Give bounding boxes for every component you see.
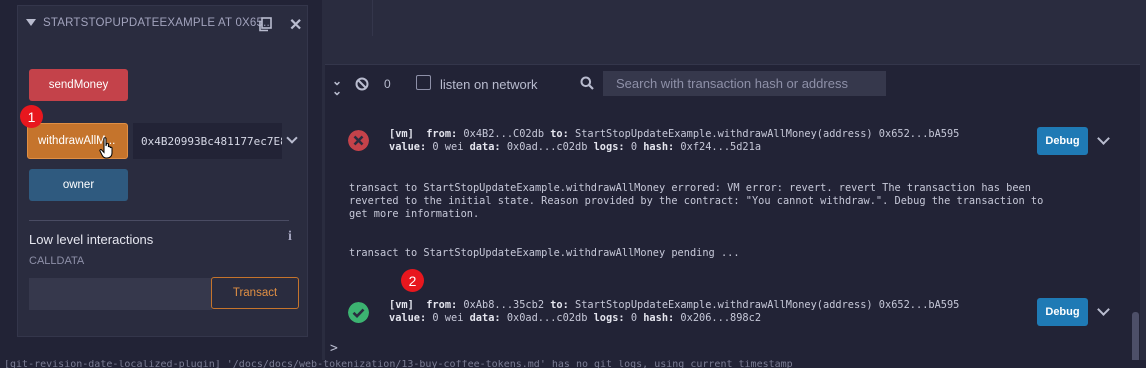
logs-value: 0 xyxy=(630,312,638,324)
value-label: value: xyxy=(389,312,427,324)
error-line: get more information. xyxy=(349,208,480,220)
data-value: 0x0ad...c02db xyxy=(506,312,588,324)
to-value: StartStopUpdateExample.withdrawAllMoney(… xyxy=(575,128,960,140)
editor-area[interactable] xyxy=(325,0,1146,64)
transaction-search-input[interactable]: Search with transaction hash or address xyxy=(603,71,886,96)
tx2-summary-line1[interactable]: [vm] from: 0xAb8...35cb2 to: StartStopUp… xyxy=(389,299,959,311)
to-value: StartStopUpdateExample.withdrawAllMoney(… xyxy=(575,299,960,311)
hash-label: hash: xyxy=(643,141,675,153)
logs-label: logs: xyxy=(593,312,625,324)
from-address: 0xAb8...35cb2 xyxy=(463,299,545,311)
transact-button[interactable]: Transact xyxy=(211,277,299,309)
annotation-badge-1: 1 xyxy=(20,105,43,128)
collapse-terminal-icon[interactable]: ⌄ ⌄ xyxy=(332,75,342,97)
vm-tag: [vm] xyxy=(389,128,414,140)
expand-chevron-icon[interactable] xyxy=(286,132,298,144)
low-level-interactions-title: Low level interactions xyxy=(29,232,154,247)
value: 0 wei xyxy=(432,141,464,153)
calldata-label: CALLDATA xyxy=(29,255,85,267)
data-value: 0x0ad...c02db xyxy=(506,141,588,153)
editor-gutter xyxy=(1140,64,1146,368)
vm-tag: [vm] xyxy=(389,299,414,311)
terminal-prompt[interactable]: > xyxy=(330,341,338,356)
to-label: to: xyxy=(550,128,569,140)
from-label: from: xyxy=(426,299,458,311)
copy-icon[interactable] xyxy=(258,17,272,32)
listen-on-network-checkbox[interactable] xyxy=(416,75,431,90)
error-line: reverted to the initial state. Reason pr… xyxy=(349,195,1044,207)
clear-console-icon[interactable] xyxy=(355,77,369,91)
send-money-button[interactable]: sendMoney xyxy=(29,69,128,101)
logs-value: 0 xyxy=(630,141,638,153)
contract-title: STARTSTOPUPDATEEXAMPLE AT 0X65... xyxy=(43,17,271,29)
withdraw-address-input[interactable]: 0x4B20993Bc481177ec7E8 xyxy=(133,123,282,159)
error-status-icon xyxy=(348,130,369,151)
listen-on-network-label[interactable]: listen on network xyxy=(440,77,538,92)
value: 0 wei xyxy=(432,312,464,324)
data-label: data: xyxy=(469,141,501,153)
remix-ide: STARTSTOPUPDATEEXAMPLE AT 0X65... ✕ send… xyxy=(0,0,1146,368)
from-label: from: xyxy=(426,128,458,140)
contract-header[interactable]: STARTSTOPUPDATEEXAMPLE AT 0X65... ✕ xyxy=(18,6,307,42)
underlying-log-text: [git-revision-date-localized-plugin] '/d… xyxy=(4,360,793,368)
error-message: transact to StartStopUpdateExample.withd… xyxy=(349,182,1043,221)
owner-button[interactable]: owner xyxy=(29,169,128,201)
info-icon[interactable]: i xyxy=(288,229,292,245)
close-icon[interactable]: ✕ xyxy=(289,15,302,35)
tx2-summary-line2[interactable]: value: 0 wei data: 0x0ad...c02db logs: 0… xyxy=(389,312,761,324)
contract-card: STARTSTOPUPDATEEXAMPLE AT 0X65... ✕ send… xyxy=(17,5,308,337)
data-label: data: xyxy=(469,312,501,324)
editor-line-number-separator xyxy=(372,0,373,36)
hash-label: hash: xyxy=(643,312,675,324)
from-address: 0x4B2...C02db xyxy=(463,128,545,140)
debug-button[interactable]: Debug xyxy=(1037,127,1088,155)
search-icon xyxy=(580,76,594,90)
calldata-input[interactable] xyxy=(29,278,212,310)
pending-message: transact to StartStopUpdateExample.withd… xyxy=(349,247,740,259)
to-label: to: xyxy=(550,299,569,311)
pending-transactions-count: 0 xyxy=(384,77,391,91)
success-status-icon xyxy=(348,302,369,323)
error-line: transact to StartStopUpdateExample.withd… xyxy=(349,182,1031,194)
logs-label: logs: xyxy=(593,141,625,153)
hash-value: 0xf24...5d21a xyxy=(680,141,762,153)
hand-cursor-icon xyxy=(99,137,113,159)
tx1-summary-line1[interactable]: [vm] from: 0x4B2...C02db to: StartStopUp… xyxy=(389,128,959,140)
debug-button[interactable]: Debug xyxy=(1037,298,1088,326)
divider xyxy=(29,220,289,221)
chevron-down-icon[interactable] xyxy=(26,19,36,26)
hash-value: 0x206...898c2 xyxy=(680,312,762,324)
deployed-contracts-panel: STARTSTOPUPDATEEXAMPLE AT 0X65... ✕ send… xyxy=(0,0,322,368)
annotation-badge-2: 2 xyxy=(401,269,424,292)
tx1-summary-line2[interactable]: value: 0 wei data: 0x0ad...c02db logs: 0… xyxy=(389,141,761,153)
value-label: value: xyxy=(389,141,427,153)
